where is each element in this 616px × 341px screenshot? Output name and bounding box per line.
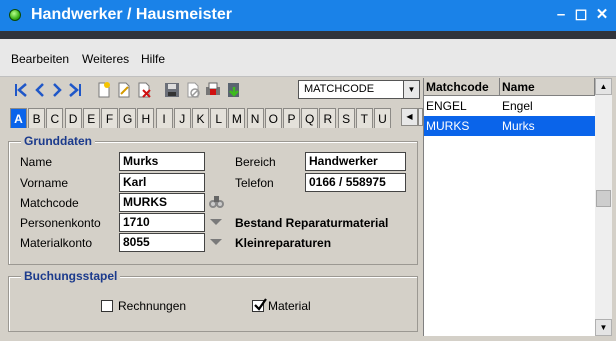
- scroll-down-icon[interactable]: ▼: [595, 319, 612, 336]
- menu-hilfe[interactable]: Hilfe: [141, 52, 165, 66]
- letter-tab-t[interactable]: T: [355, 108, 373, 128]
- close-icon[interactable]: ✕: [594, 7, 610, 23]
- matchcode-field[interactable]: MURKS: [119, 193, 205, 212]
- letter-tab-e[interactable]: E: [82, 108, 100, 128]
- grunddaten-legend: Grunddaten: [21, 134, 95, 148]
- letter-tabs: ABCDEFGHIJKLMNOPQRSTU: [10, 108, 405, 129]
- rechnungen-label: Rechnungen: [118, 299, 187, 313]
- print-icon[interactable]: [204, 81, 222, 99]
- row-matchcode: MURKS: [426, 119, 470, 133]
- letter-tab-u[interactable]: U: [374, 108, 391, 128]
- new-record-icon[interactable]: [95, 81, 113, 99]
- materialkonto-dropdown-icon[interactable]: [210, 239, 222, 245]
- letter-tab-l[interactable]: L: [210, 108, 228, 128]
- buchungsstapel-group: Buchungsstapel: [8, 269, 418, 332]
- bereich-label: Bereich: [235, 155, 276, 169]
- letter-tab-s[interactable]: S: [337, 108, 355, 128]
- first-record-icon[interactable]: [12, 81, 30, 99]
- table-row-selected[interactable]: MURKS Murks: [424, 116, 595, 136]
- title-bar[interactable]: Handwerker / Hausmeister – ☐ ✕: [0, 0, 616, 31]
- letter-tab-i[interactable]: I: [155, 108, 173, 128]
- detail-panel: MATCHCODE ▼ ABCDEFGHIJKLMNOPQRSTU ◀ Grun…: [5, 78, 423, 336]
- matchcode-label: Matchcode: [20, 196, 79, 210]
- telefon-field[interactable]: 0166 / 558975: [305, 173, 406, 192]
- menu-bar: Bearbeiten Weiteres Hilfe: [0, 39, 616, 77]
- name-field[interactable]: Murks: [119, 152, 205, 171]
- letter-tab-p[interactable]: P: [283, 108, 300, 128]
- chevron-down-icon[interactable]: ▼: [403, 80, 420, 99]
- scrollbar-thumb[interactable]: [596, 190, 611, 207]
- row-name: Murks: [502, 119, 535, 133]
- letter-tab-b[interactable]: B: [28, 108, 46, 128]
- maximize-icon[interactable]: ☐: [573, 7, 589, 23]
- material-checkbox[interactable]: [252, 298, 267, 312]
- bereich-field[interactable]: Handwerker: [305, 152, 406, 171]
- rechnungen-checkbox[interactable]: [101, 300, 113, 312]
- letter-tab-r[interactable]: R: [319, 108, 337, 128]
- letter-tab-g[interactable]: G: [119, 108, 137, 128]
- matchcode-select[interactable]: MATCHCODE: [298, 80, 404, 99]
- letter-tab-j[interactable]: J: [173, 108, 191, 128]
- export-icon[interactable]: [225, 81, 243, 99]
- record-list: Matchcode Name ENGEL Engel MURKS Murks ▲…: [423, 78, 612, 336]
- scroll-up-icon[interactable]: ▲: [595, 78, 612, 95]
- letter-tab-f[interactable]: F: [101, 108, 118, 128]
- menu-weiteres[interactable]: Weiteres: [82, 52, 129, 66]
- edit-record-icon[interactable]: [115, 81, 133, 99]
- materialkonto-field[interactable]: 8055: [119, 233, 205, 252]
- cancel-icon[interactable]: [184, 81, 202, 99]
- next-record-icon[interactable]: [48, 81, 66, 99]
- letter-tab-k[interactable]: K: [192, 108, 209, 128]
- letter-tab-n[interactable]: N: [246, 108, 264, 128]
- checkmark-icon: [254, 298, 267, 311]
- window-title: Handwerker / Hausmeister: [31, 6, 232, 23]
- vorname-field[interactable]: Karl: [119, 173, 205, 192]
- window-frame-band: [0, 31, 616, 39]
- letter-tab-d[interactable]: D: [64, 108, 82, 128]
- row-name: Engel: [502, 99, 533, 113]
- tabs-scroll-left-icon[interactable]: ◀: [401, 108, 418, 126]
- letter-tab-o[interactable]: O: [264, 108, 282, 128]
- table-row[interactable]: ENGEL Engel: [424, 96, 595, 116]
- personenkonto-description: Bestand Reparaturmaterial: [235, 216, 389, 230]
- letter-tab-m[interactable]: M: [228, 108, 246, 128]
- buchungsstapel-legend: Buchungsstapel: [21, 269, 121, 283]
- letter-tab-a[interactable]: A: [10, 108, 27, 128]
- column-header-name[interactable]: Name: [500, 78, 595, 96]
- materialkonto-label: Materialkonto: [20, 236, 93, 250]
- row-matchcode: ENGEL: [426, 99, 467, 113]
- last-record-icon[interactable]: [66, 81, 84, 99]
- app-icon: [9, 9, 21, 21]
- personenkonto-label: Personenkonto: [20, 216, 101, 230]
- delete-record-icon[interactable]: [135, 81, 153, 99]
- menu-bearbeiten[interactable]: Bearbeiten: [11, 52, 69, 66]
- name-label: Name: [20, 155, 53, 169]
- letter-tab-q[interactable]: Q: [301, 108, 319, 128]
- vorname-label: Vorname: [20, 176, 69, 190]
- materialkonto-description: Kleinreparaturen: [235, 236, 332, 250]
- letter-tab-c[interactable]: C: [46, 108, 64, 128]
- personenkonto-field[interactable]: 1710: [119, 213, 205, 232]
- minimize-icon[interactable]: –: [553, 7, 569, 23]
- material-label: Material: [268, 299, 311, 313]
- save-icon[interactable]: [163, 81, 181, 99]
- previous-record-icon[interactable]: [31, 81, 49, 99]
- vertical-scrollbar[interactable]: ▲ ▼: [595, 78, 612, 336]
- personenkonto-dropdown-icon[interactable]: [210, 219, 222, 225]
- binoculars-icon[interactable]: [208, 193, 225, 210]
- letter-tab-h[interactable]: H: [137, 108, 155, 128]
- column-header-matchcode[interactable]: Matchcode: [424, 78, 500, 96]
- telefon-label: Telefon: [235, 176, 274, 190]
